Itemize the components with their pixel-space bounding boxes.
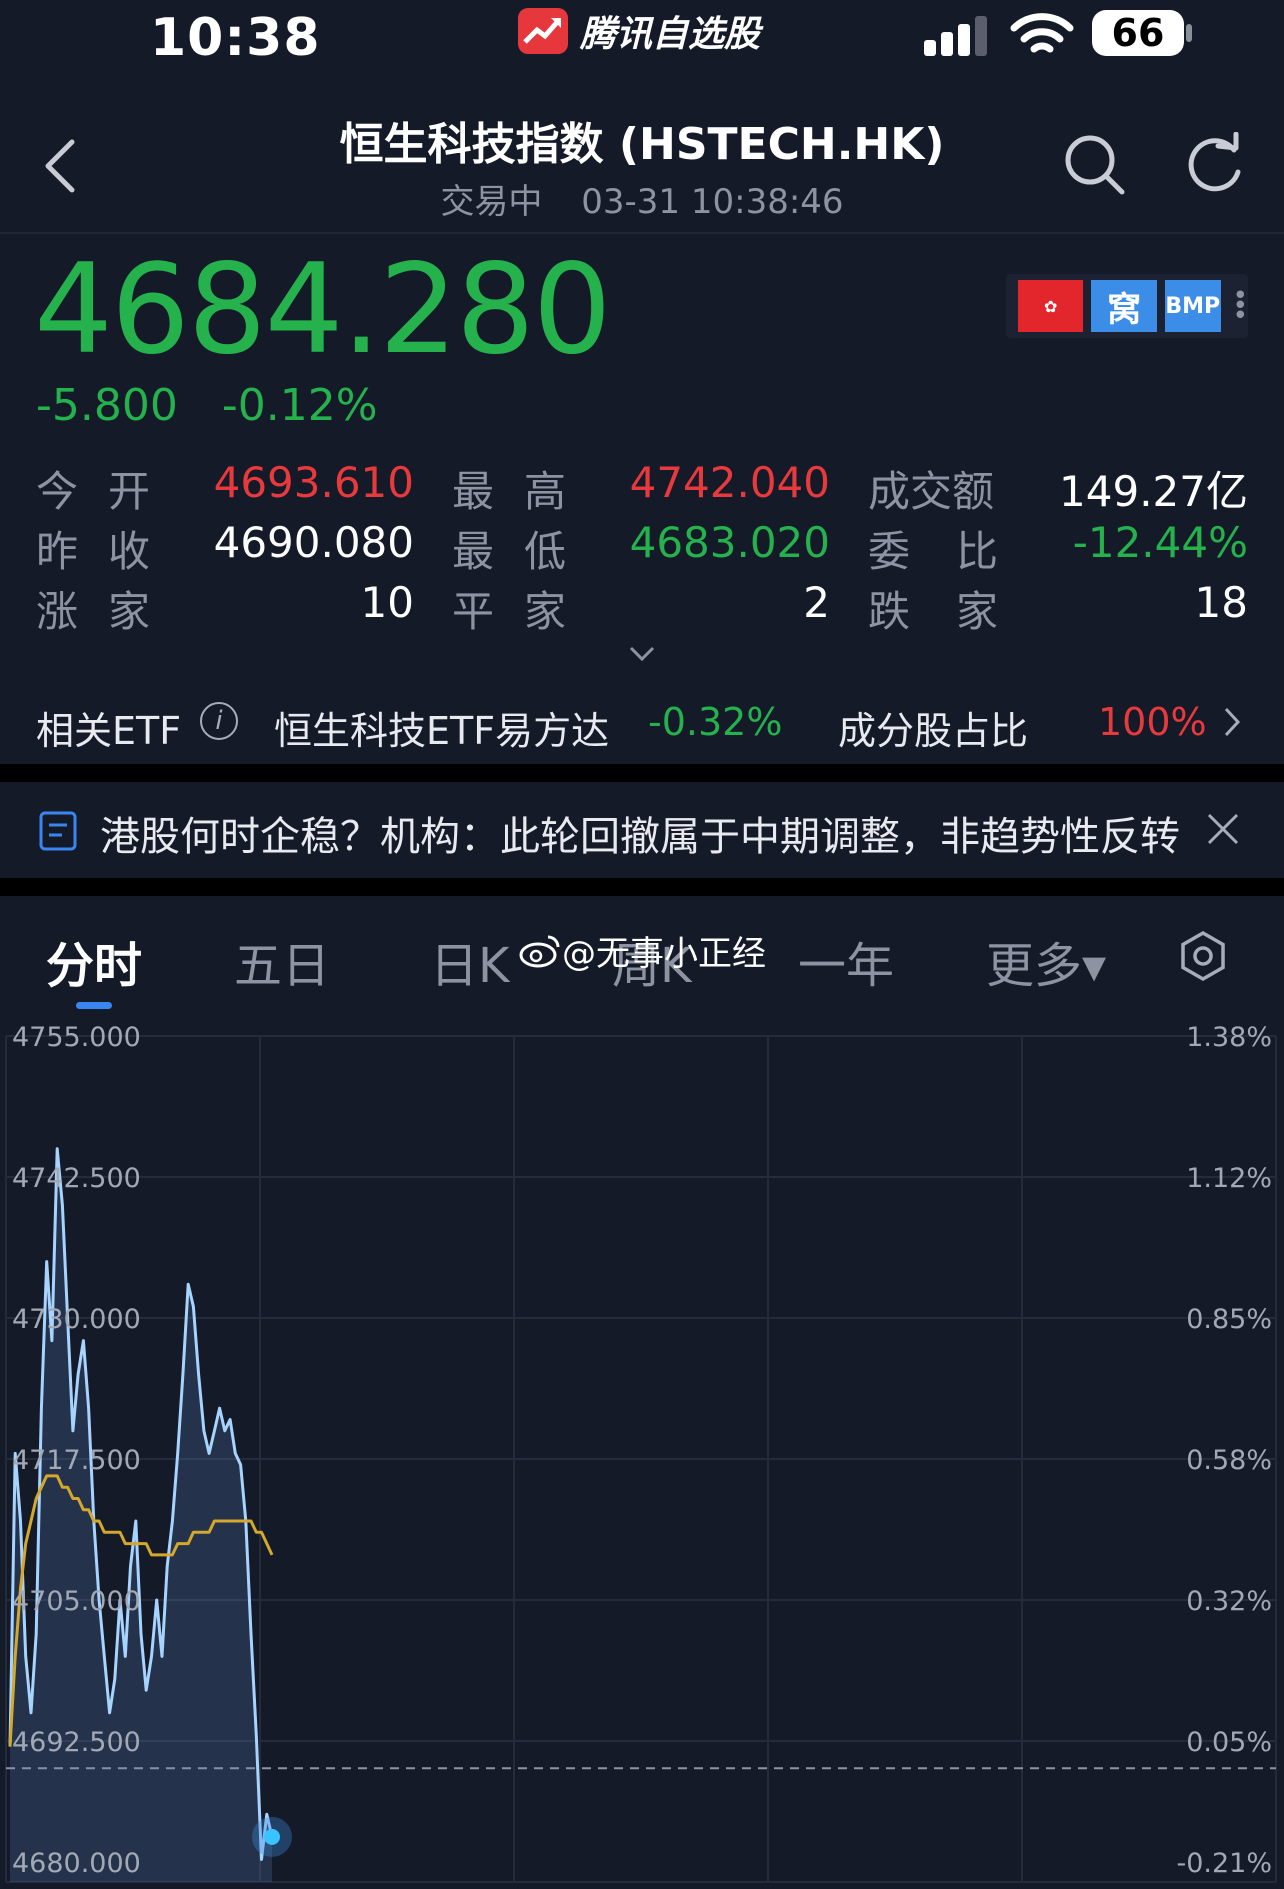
y-axis-right-tick: 1.12%: [1186, 1163, 1272, 1194]
battery-indicator: 66: [1092, 10, 1184, 56]
change-percent: -0.12%: [221, 380, 378, 431]
tab-intraday[interactable]: 分时: [46, 926, 142, 996]
weibo-icon: [519, 935, 560, 967]
section-gap: [0, 878, 1284, 896]
y-axis-left-tick: 4730.000: [12, 1304, 141, 1335]
related-etf-row[interactable]: 相关ETF i 恒生科技ETF易方达 -0.32% 成分股占比 100%: [0, 690, 1284, 764]
stats-row-3: 涨家 10 平家 2 跌家 18: [36, 578, 1248, 638]
y-axis-left-tick: 4717.500: [12, 1445, 141, 1476]
tab-one-year[interactable]: 一年: [798, 926, 894, 996]
chart-settings-icon[interactable]: [1178, 930, 1228, 982]
nav-header: 恒生科技指数 (HSTECH.HK) 交易中 03-31 10:38:46: [0, 70, 1284, 232]
etf-name[interactable]: 恒生科技ETF易方达: [274, 700, 609, 755]
market-badges[interactable]: ✿ 窝 BMP • • •: [1006, 274, 1248, 338]
turnover-value: 149.27亿: [1059, 467, 1248, 516]
y-axis-right-tick: -0.21%: [1176, 1848, 1272, 1879]
more-vertical-icon[interactable]: • • •: [1233, 283, 1248, 329]
market-status: 交易中: [440, 182, 543, 222]
watermark-text: @无事小正经: [562, 934, 766, 974]
y-axis-left-tick: 4692.500: [12, 1727, 141, 1758]
up-count-value: 10: [360, 578, 414, 627]
tab-more[interactable]: 更多▾: [986, 926, 1106, 996]
y-axis-right-tick: 0.05%: [1186, 1727, 1272, 1758]
close-icon[interactable]: [1206, 812, 1240, 846]
y-axis-right-tick: 0.32%: [1186, 1586, 1272, 1617]
battery-tip: [1186, 24, 1192, 42]
refresh-icon[interactable]: [1184, 132, 1246, 198]
price-area-fill: [10, 1148, 272, 1882]
status-bar: 10:38 腾讯自选股 66: [0, 0, 1284, 70]
status-time: 10:38: [150, 8, 321, 68]
low-value: 4683.020: [629, 518, 830, 567]
info-icon[interactable]: i: [200, 702, 238, 740]
header-divider: [0, 232, 1284, 234]
component-ratio-value: 100%: [1098, 700, 1207, 744]
y-axis-left-tick: 4742.500: [12, 1163, 141, 1194]
news-document-icon: [39, 811, 77, 851]
y-axis-right-tick: 0.58%: [1186, 1445, 1272, 1476]
status-app-name: 腾讯自选股: [580, 14, 761, 55]
y-axis-left-tick: 4705.000: [12, 1586, 141, 1617]
intraday-chart[interactable]: 4755.000 4742.500 4730.000 4717.500 4705.000…: [0, 1016, 1284, 1889]
stats-row-1: 今开 4693.610 最高 4742.040 成交额 149.27亿: [36, 458, 1248, 518]
turnover-label: 成交额: [868, 467, 995, 516]
expand-stats-chevron-icon[interactable]: [628, 645, 656, 663]
tab-daily-k[interactable]: 日K: [430, 926, 509, 996]
high-value: 4742.040: [629, 458, 830, 507]
current-price: 4684.280: [34, 238, 612, 382]
prev-close-value: 4690.080: [213, 518, 414, 567]
watermark: @无事小正经: [518, 926, 766, 975]
status-app-indicator[interactable]: 腾讯自选股: [518, 6, 760, 56]
etf-change-percent: -0.32%: [648, 700, 783, 744]
y-axis-left-tick: 4680.000: [12, 1848, 141, 1879]
ratio-value: -12.44%: [1072, 518, 1248, 567]
intraday-chart-svg[interactable]: [0, 1016, 1284, 1889]
current-point: [264, 1828, 280, 1845]
chart-tabs: 分时 五日 日K 周K 一年 更多▾ @无事小正经: [0, 896, 1284, 1016]
y-axis-left-tick: 4755.000: [12, 1022, 141, 1053]
news-banner[interactable]: 港股何时企稳？机构：此轮回撤属于中期调整，非趋势性反转: [0, 782, 1284, 878]
y-axis-right-tick: 0.85%: [1186, 1304, 1272, 1335]
search-icon[interactable]: [1062, 132, 1128, 198]
tencent-stock-app-icon: [518, 8, 568, 54]
active-tab-indicator: [76, 1002, 112, 1009]
cellular-signal-icon: [924, 16, 987, 56]
open-value: 4693.610: [213, 458, 414, 507]
stats-row-2: 昨收 4690.080 最低 4683.020 委比 -12.44%: [36, 518, 1248, 578]
component-ratio-label: 成分股占比: [838, 709, 1029, 753]
hk-flag-icon[interactable]: ✿: [1018, 280, 1084, 332]
wifi-icon: [1010, 13, 1074, 53]
bmp-badge[interactable]: BMP: [1164, 280, 1221, 332]
price-change: -5.800 -0.12%: [36, 380, 408, 431]
down-count-value: 18: [1194, 578, 1248, 627]
news-headline[interactable]: 港股何时企稳？机构：此轮回撤属于中期调整，非趋势性反转: [100, 804, 1180, 862]
wo-badge[interactable]: 窝: [1091, 280, 1157, 332]
chevron-right-icon[interactable]: [1222, 706, 1242, 738]
y-axis-right-tick: 1.38%: [1186, 1022, 1272, 1053]
section-gap: [0, 764, 1284, 782]
tab-five-day[interactable]: 五日: [234, 926, 330, 996]
change-amount: -5.800: [36, 380, 178, 431]
flat-count-value: 2: [803, 578, 830, 627]
quote-timestamp: 03-31 10:38:46: [581, 182, 844, 222]
etf-label: 相关ETF: [36, 709, 182, 753]
